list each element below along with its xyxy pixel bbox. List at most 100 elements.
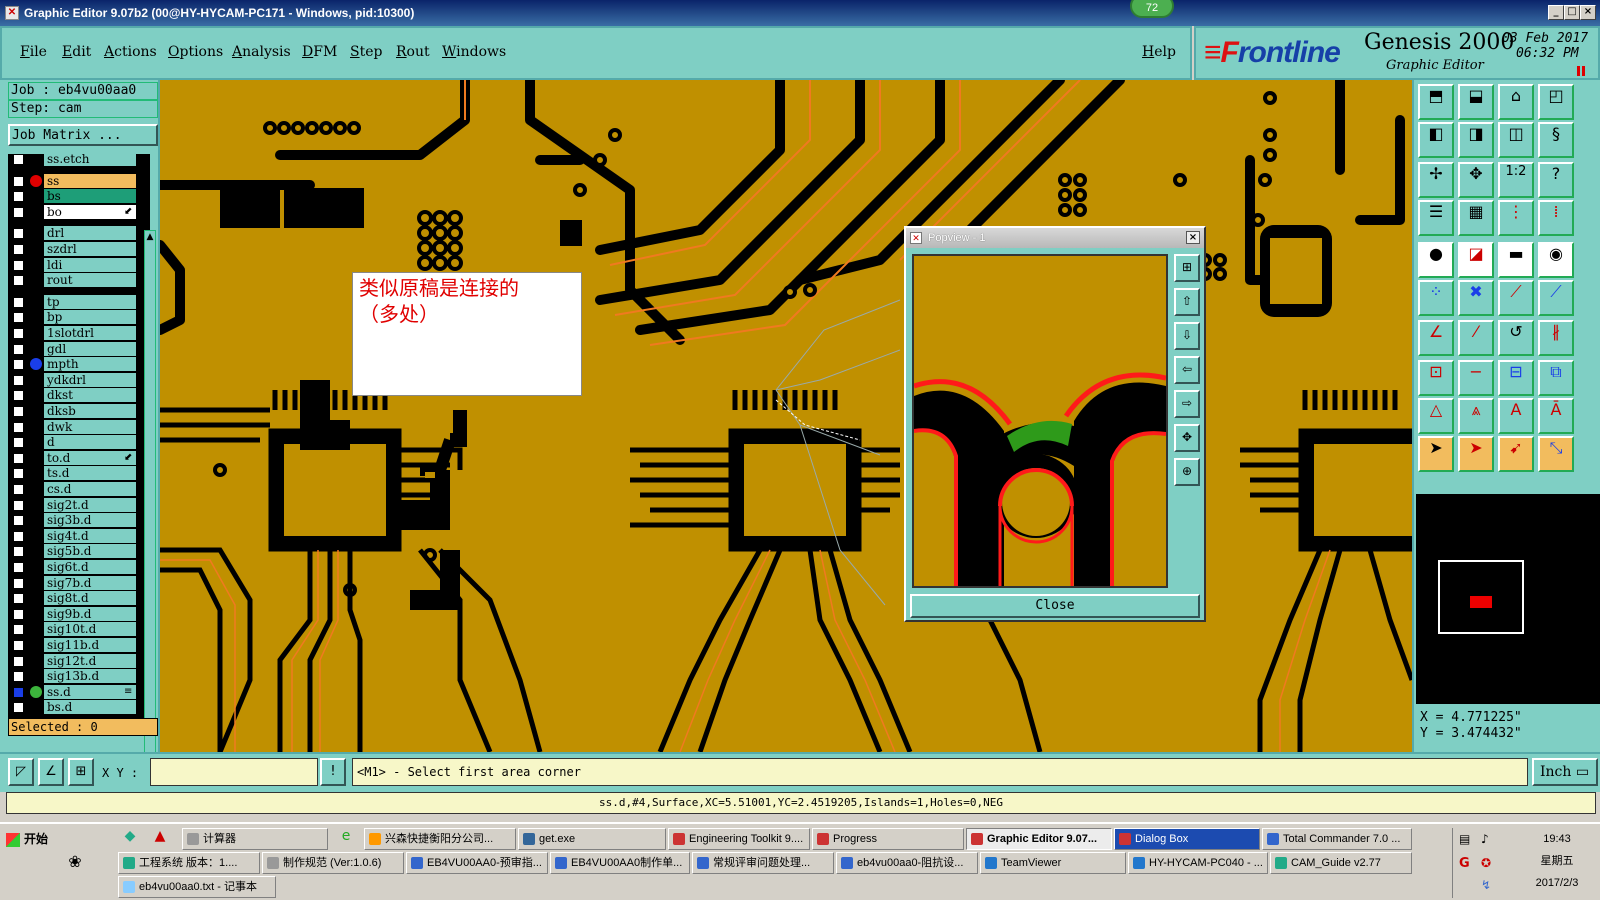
layer-row[interactable]: szdrl [8,242,148,256]
color-flower-icon[interactable]: ❀ [62,852,88,874]
layer-checkbox[interactable] [13,359,24,371]
task-production-sheet[interactable]: EB4VU00AA0制作单... [550,852,690,874]
maximize-button[interactable]: □ [1564,5,1580,20]
shapes-icon[interactable]: ⧉ [1538,360,1574,396]
pointer-box-icon[interactable]: ➹ [1498,436,1534,472]
layer-name[interactable]: sig6t.d [44,560,136,574]
pointer-multi-icon[interactable]: ⤡ [1538,436,1574,472]
scroll-up-icon[interactable]: ▲ [145,231,155,243]
layer-row[interactable]: sig10t.d [8,622,148,637]
layer-checkbox[interactable] [13,624,24,636]
popview-pan-right-icon[interactable]: ⇨ [1174,390,1200,418]
layer-checkbox[interactable] [13,702,24,714]
layer-row[interactable]: dwk [8,419,148,434]
parallel-icon[interactable]: ∦ [1538,320,1574,356]
popview-zoom-fit-icon[interactable]: ✥ [1174,424,1200,452]
layer-checkbox[interactable] [13,468,24,480]
tray-app-icon[interactable]: ✪ [1481,856,1491,870]
menu-help[interactable]: Help [1142,44,1176,60]
layer-row[interactable]: d [8,435,148,450]
layer-row[interactable]: ss.d ≡ [8,684,148,699]
job-matrix-button[interactable]: Job Matrix ... [8,124,158,146]
layer-checkbox[interactable] [13,275,24,287]
layer-name[interactable]: sig4t.d [44,528,136,543]
menu-windows[interactable]: Windows [442,44,506,60]
layer-row[interactable]: sig4t.d [8,528,148,543]
layer-row[interactable]: mpth [8,357,148,372]
layer-checkbox[interactable] [13,499,24,511]
layer-name[interactable]: rout [44,273,136,288]
layer-name[interactable]: sig10t.d [44,622,136,637]
layer-name[interactable]: bo [44,204,136,219]
redraw-icon[interactable]: § [1538,122,1574,158]
display-house-icon[interactable]: ⌂ [1498,84,1534,120]
task-graphic-editor[interactable]: Graphic Editor 9.07... [966,828,1112,850]
task-review-issues[interactable]: 常规评审问题处理... [692,852,834,874]
layer-name[interactable]: sig7b.d [44,575,136,590]
layer-checkbox[interactable] [13,343,24,355]
triangle-up-icon[interactable]: ⩓ [1458,398,1494,434]
task-impedance-design[interactable]: eb4vu00aa0-阻抗设... [836,852,978,874]
layer-checkbox[interactable] [13,484,24,495]
layer-row[interactable]: sig8t.d [8,591,148,606]
layer-name[interactable]: sig12t.d [44,653,136,668]
layer-name[interactable]: to.d [44,450,136,465]
layer-row[interactable]: sig9b.d [8,606,148,621]
layer-checkbox[interactable] [13,608,24,620]
layer-row[interactable]: sig5b.d [8,544,148,559]
menu-actions[interactable]: Actions [104,44,157,60]
task-progress[interactable]: Progress [812,828,964,850]
layer-checkbox[interactable] [13,175,24,187]
pcb-artwork[interactable] [160,80,1412,752]
popview-close-button[interactable]: Close [910,594,1200,618]
layer-checkbox[interactable] [13,296,24,308]
menu-analysis[interactable]: Analysis [232,44,291,60]
layer-list-scrollbar[interactable]: ▲ ▼ [144,230,156,800]
zoom-one-to-two-icon[interactable]: 1:2 [1498,162,1534,198]
layer-row[interactable]: sig13b.d [8,669,148,684]
layer-row[interactable]: sig7b.d [8,575,148,590]
unit-selector[interactable]: Inch ▭ [1532,758,1598,786]
layer-checkbox[interactable] [13,328,24,339]
ruler-icon[interactable]: ▬ [1498,242,1534,278]
layer-name[interactable]: ss.d [44,684,136,699]
letter-a-alt-icon[interactable]: Ā [1538,398,1574,434]
slash-icon[interactable]: ⁄ [1458,320,1494,356]
tool-grid-icon[interactable]: ⊞ [68,758,94,786]
menu-file[interactable]: File [20,44,47,60]
display-home-icon[interactable]: ⬒ [1418,84,1454,120]
layer-name[interactable]: drl [44,226,136,241]
task-teamviewer[interactable]: TeamViewer [980,852,1126,874]
layer-checkbox[interactable] [13,390,24,402]
line-point-icon[interactable]: ⟋ [1498,280,1534,316]
display-down-icon[interactable]: ⬓ [1458,84,1494,120]
layer-name[interactable]: tp [44,294,136,309]
popview-zoom-out-icon[interactable]: ⊕ [1174,458,1200,486]
menu-edit[interactable]: Edit [62,44,91,60]
layer-checkbox[interactable] [13,154,24,165]
line-blue-icon[interactable]: ⟋ [1538,280,1574,316]
layer-name[interactable]: sig13b.d [44,669,136,684]
snap-point-icon[interactable]: ⊡ [1418,360,1454,396]
layer-name[interactable]: cs.d [44,482,136,496]
popview-close-icon[interactable]: × [1186,231,1200,244]
zoom-fit-icon[interactable]: ✢ [1418,162,1454,198]
notification-badge[interactable]: 72 [1130,0,1174,18]
layer-row[interactable]: drl [8,226,148,241]
start-button[interactable]: 开始 [2,828,56,852]
layer-row[interactable]: 1slotdrl [8,326,148,340]
task-cam-guide[interactable]: CAM_Guide v2.77 [1270,852,1412,874]
menu-dfm[interactable]: DFM [302,44,337,60]
target-icon[interactable]: ◉ [1538,242,1574,278]
layer-name[interactable]: ts.d [44,466,136,481]
layer-name[interactable]: ldi [44,257,136,272]
layer-name[interactable]: sig9b.d [44,606,136,621]
task-remote-pc[interactable]: HY-HYCAM-PC040 - ... [1128,852,1268,874]
pointer-icon[interactable]: ➤ [1418,436,1454,472]
minus-icon[interactable]: − [1458,360,1494,396]
split-view-icon[interactable]: ◫ [1498,122,1534,158]
layer-name[interactable]: sig3b.d [44,513,136,528]
zoom-center-icon[interactable]: ✥ [1458,162,1494,198]
layer-checkbox[interactable] [13,259,24,271]
pause-icon[interactable] [1577,66,1585,76]
